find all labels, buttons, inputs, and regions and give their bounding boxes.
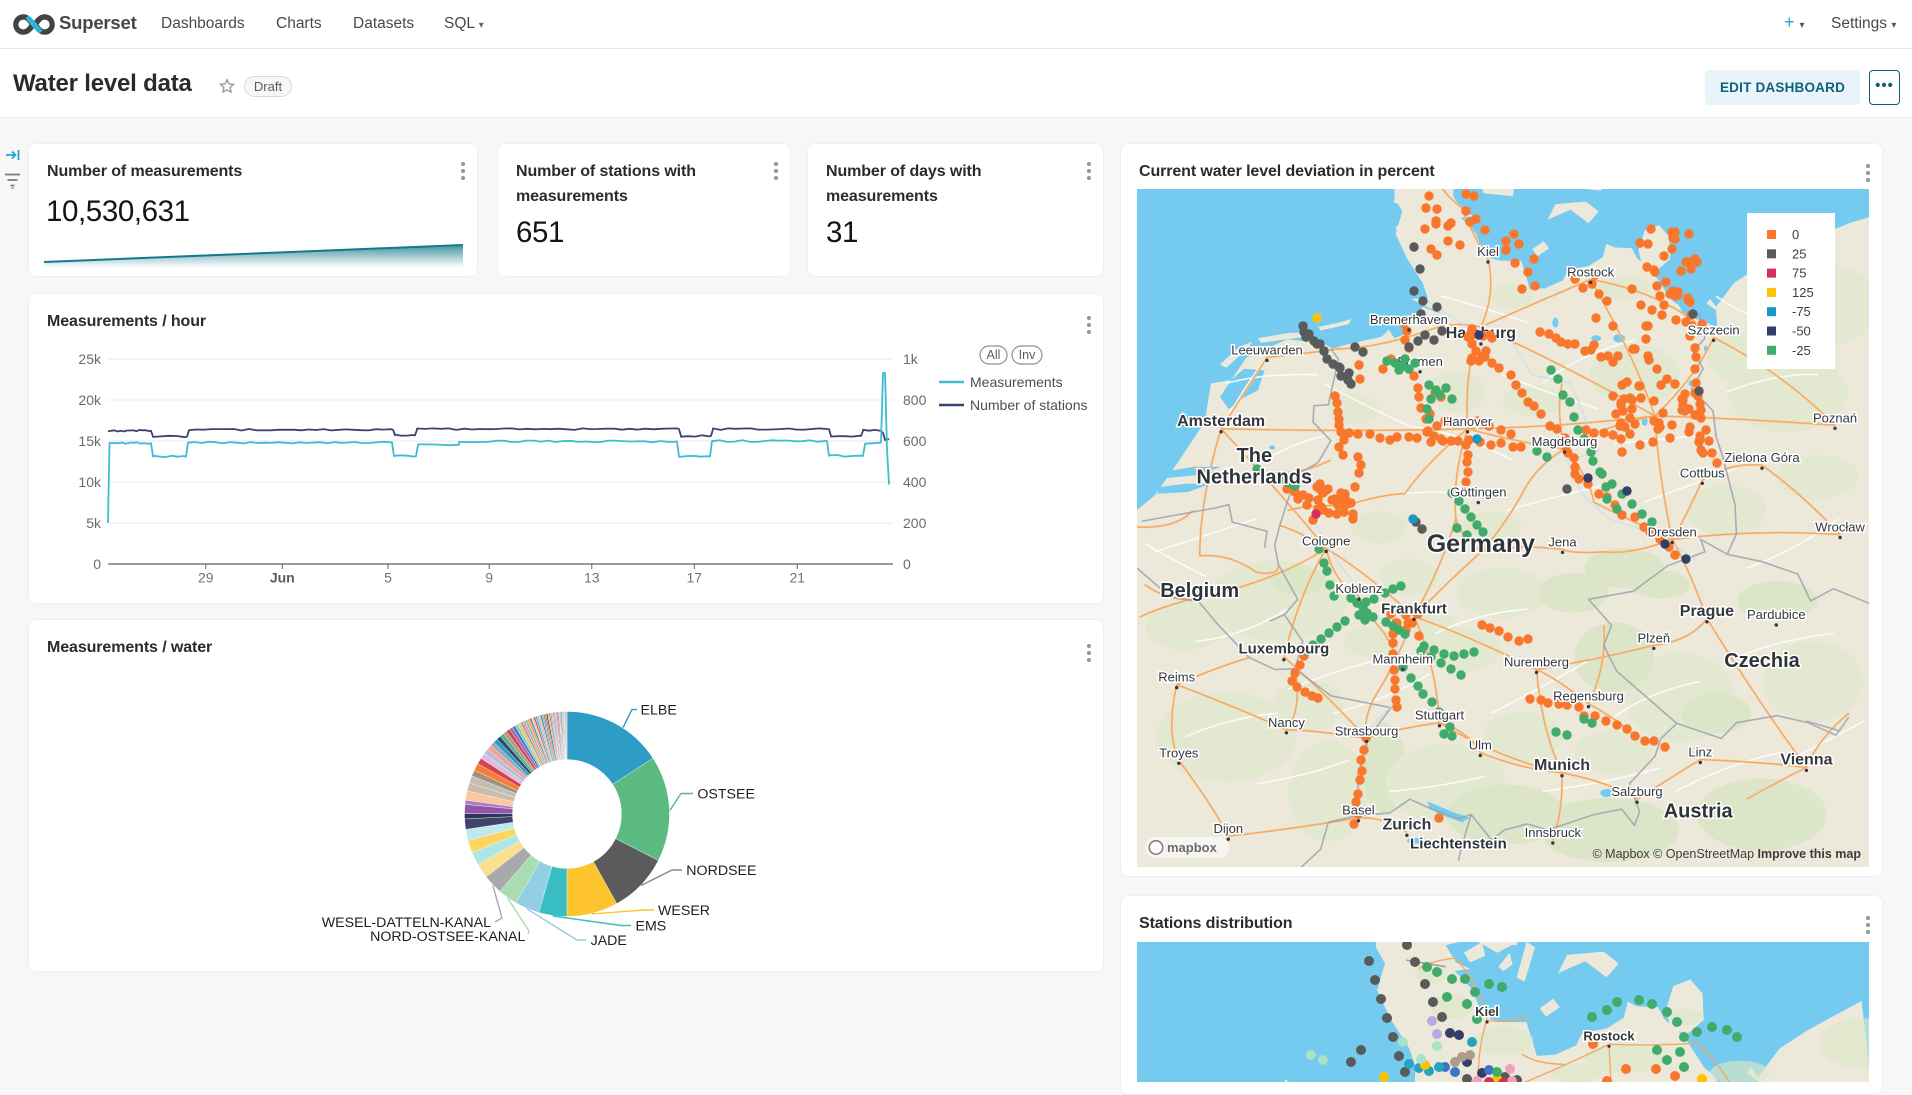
svg-text:Kiel: Kiel: [1477, 244, 1499, 259]
svg-text:Nancy: Nancy: [1268, 715, 1305, 730]
svg-text:600: 600: [903, 433, 927, 449]
svg-text:Amsterdam: Amsterdam: [1177, 413, 1265, 430]
svg-text:5: 5: [384, 570, 392, 586]
svg-text:Mannheim: Mannheim: [1372, 651, 1433, 666]
svg-text:200: 200: [903, 515, 927, 531]
svg-text:WESER: WESER: [658, 903, 710, 919]
svg-text:Magdeburg: Magdeburg: [1532, 434, 1598, 449]
svg-text:Number of stations: Number of stations: [970, 397, 1088, 413]
svg-text:ELBE: ELBE: [641, 703, 677, 719]
svg-text:Salzburg: Salzburg: [1611, 784, 1662, 799]
svg-text:Netherlands: Netherlands: [1197, 467, 1313, 489]
svg-text:Regensburg: Regensburg: [1553, 689, 1624, 704]
svg-text:mapbox: mapbox: [1167, 840, 1218, 855]
svg-text:Liechtenstein: Liechtenstein: [1410, 835, 1507, 852]
svg-text:Leeuwarden: Leeuwarden: [1231, 342, 1303, 357]
svg-text:© Mapbox © OpenStreetMap Impro: © Mapbox © OpenStreetMap Improve this ma…: [1592, 847, 1861, 861]
svg-text:Kiel: Kiel: [1475, 1004, 1499, 1019]
svg-text:Plzeň: Plzeň: [1638, 630, 1671, 645]
svg-text:Strasbourg: Strasbourg: [1335, 723, 1399, 738]
svg-text:Czechia: Czechia: [1724, 650, 1800, 672]
svg-text:Zielona Góra: Zielona Góra: [1724, 450, 1800, 465]
svg-text:Jena: Jena: [1548, 534, 1577, 549]
svg-text:Nuremberg: Nuremberg: [1504, 655, 1569, 670]
svg-text:25k: 25k: [78, 351, 102, 367]
svg-text:Dijon: Dijon: [1213, 821, 1243, 836]
svg-text:Luxembourg: Luxembourg: [1238, 641, 1329, 658]
svg-text:13: 13: [584, 570, 600, 586]
svg-text:Koblenz: Koblenz: [1335, 581, 1382, 596]
svg-text:Cottbus: Cottbus: [1680, 465, 1725, 480]
svg-text:Vienna: Vienna: [1780, 751, 1832, 768]
svg-text:-50: -50: [1792, 324, 1811, 339]
svg-text:Rostock: Rostock: [1583, 1028, 1635, 1043]
svg-text:Munich: Munich: [1534, 757, 1590, 774]
svg-text:10k: 10k: [78, 474, 102, 490]
svg-text:-75: -75: [1792, 304, 1811, 319]
svg-text:Bremerhaven: Bremerhaven: [1370, 312, 1448, 327]
svg-text:Troyes: Troyes: [1159, 745, 1199, 760]
svg-text:Prague: Prague: [1680, 603, 1734, 620]
svg-text:Frankfurt: Frankfurt: [1381, 600, 1447, 617]
svg-text:Zurich: Zurich: [1382, 816, 1431, 833]
svg-text:Poznań: Poznań: [1813, 410, 1857, 425]
svg-text:OSTSEE: OSTSEE: [697, 787, 755, 803]
svg-text:Austria: Austria: [1664, 801, 1734, 823]
svg-text:1k: 1k: [903, 351, 919, 367]
svg-text:Linz: Linz: [1688, 745, 1712, 760]
svg-text:25: 25: [1792, 246, 1806, 261]
svg-text:NORDSEE: NORDSEE: [686, 863, 756, 879]
svg-text:Innsbruck: Innsbruck: [1525, 825, 1582, 840]
svg-text:Ulm: Ulm: [1469, 738, 1492, 753]
svg-text:15k: 15k: [78, 433, 102, 449]
svg-text:9: 9: [485, 570, 493, 586]
svg-text:Stuttgart: Stuttgart: [1415, 708, 1465, 723]
svg-text:Pardubice: Pardubice: [1747, 607, 1806, 622]
svg-text:Göttingen: Göttingen: [1450, 485, 1506, 500]
svg-text:Germany: Germany: [1427, 530, 1535, 558]
svg-text:125: 125: [1792, 285, 1814, 300]
svg-text:Dresden: Dresden: [1648, 524, 1697, 539]
svg-text:Jun: Jun: [270, 570, 295, 586]
svg-text:All: All: [987, 348, 1001, 362]
svg-text:5k: 5k: [86, 515, 102, 531]
svg-text:17: 17: [687, 570, 703, 586]
svg-text:Belgium: Belgium: [1160, 580, 1239, 602]
svg-text:0: 0: [93, 556, 101, 572]
svg-text:29: 29: [198, 570, 214, 586]
svg-text:Measurements: Measurements: [970, 374, 1063, 390]
svg-text:21: 21: [790, 570, 806, 586]
svg-text:400: 400: [903, 474, 927, 490]
svg-text:Basel: Basel: [1342, 803, 1375, 818]
svg-text:Reims: Reims: [1158, 670, 1195, 685]
svg-text:0: 0: [1792, 227, 1799, 242]
svg-text:WESEL-DATTELN-KANAL: WESEL-DATTELN-KANAL: [322, 915, 491, 931]
svg-text:The: The: [1237, 445, 1273, 467]
svg-text:NORD-OSTSEE-KANAL: NORD-OSTSEE-KANAL: [370, 929, 525, 945]
svg-text:75: 75: [1792, 266, 1806, 281]
svg-text:0: 0: [903, 556, 911, 572]
svg-text:Cologne: Cologne: [1302, 534, 1350, 549]
svg-text:Wrocław: Wrocław: [1815, 520, 1865, 535]
svg-text:Inv: Inv: [1019, 348, 1036, 362]
svg-text:-25: -25: [1792, 343, 1811, 358]
svg-text:20k: 20k: [78, 392, 102, 408]
svg-text:800: 800: [903, 392, 927, 408]
svg-text:Hanover: Hanover: [1443, 414, 1493, 429]
svg-text:JADE: JADE: [591, 933, 627, 949]
svg-text:Szczecin: Szczecin: [1688, 322, 1740, 337]
svg-text:Rostock: Rostock: [1567, 264, 1614, 279]
svg-text:EMS: EMS: [636, 919, 667, 935]
